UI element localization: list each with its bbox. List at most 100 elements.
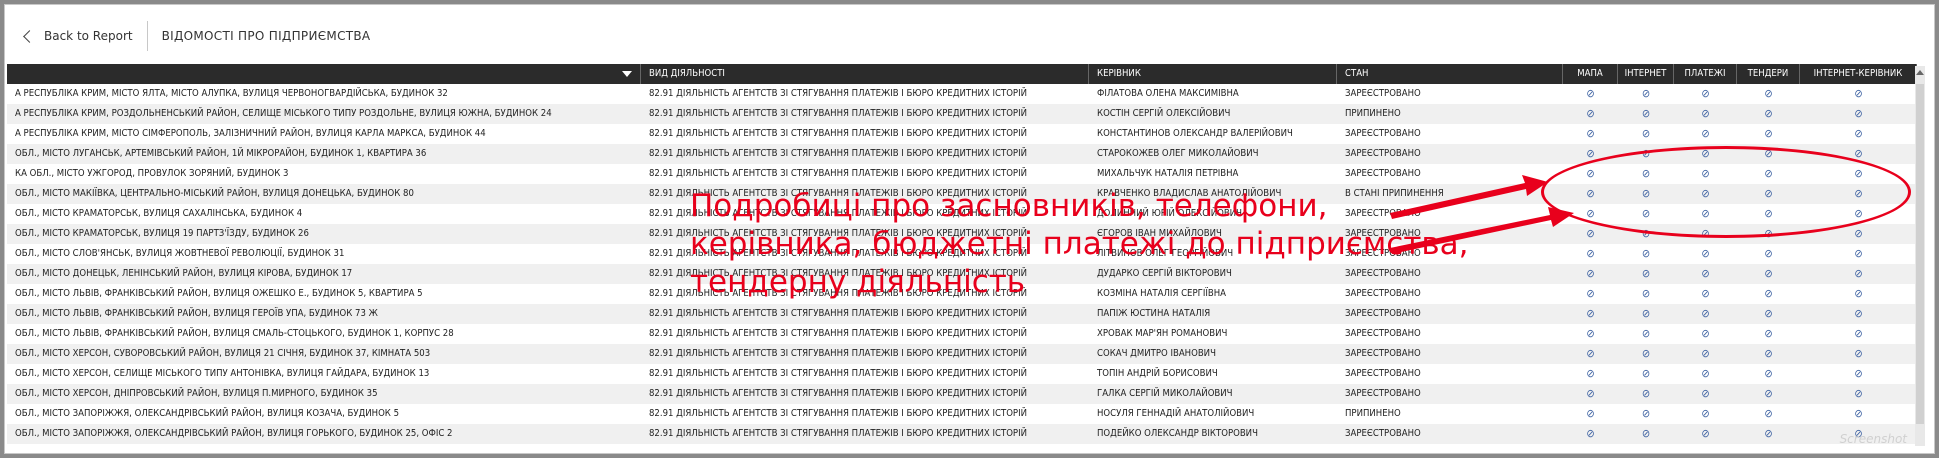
map-link-icon[interactable]: ⊘	[1563, 224, 1618, 244]
internet-link-icon[interactable]: ⊘	[1618, 424, 1674, 444]
tenders-link-icon[interactable]: ⊘	[1737, 304, 1800, 324]
internet-director-link-icon[interactable]: ⊘	[1800, 344, 1917, 364]
payments-link-icon[interactable]: ⊘	[1674, 324, 1737, 344]
map-link-icon[interactable]: ⊘	[1563, 404, 1618, 424]
tenders-link-icon[interactable]: ⊘	[1737, 204, 1800, 224]
map-link-icon[interactable]: ⊘	[1563, 164, 1618, 184]
tenders-link-icon[interactable]: ⊘	[1737, 364, 1800, 384]
table-row[interactable]: ОБЛ., МІСТО ЛЬВІВ, ФРАНКІВСЬКИЙ РАЙОН, В…	[7, 304, 1917, 324]
scrollbar-thumb[interactable]	[1916, 84, 1924, 424]
map-link-icon[interactable]: ⊘	[1563, 144, 1618, 164]
payments-link-icon[interactable]: ⊘	[1674, 384, 1737, 404]
scroll-up-icon[interactable]	[1916, 70, 1924, 75]
table-row[interactable]: ОБЛ., МІСТО ХЕРСОН, СУВОРОВСЬКИЙ РАЙОН, …	[7, 344, 1917, 364]
sort-desc-icon[interactable]	[622, 70, 632, 77]
column-header-activity[interactable]: ВИД ДІЯЛЬНОСТІ	[641, 64, 1089, 84]
table-row[interactable]: ОБЛ., МІСТО ЗАПОРІЖЖЯ, ОЛЕКСАНДРІВСЬКИЙ …	[7, 424, 1917, 444]
tenders-link-icon[interactable]: ⊘	[1737, 384, 1800, 404]
table-row[interactable]: ОБЛ., МІСТО ЛЬВІВ, ФРАНКІВСЬКИЙ РАЙОН, В…	[7, 284, 1917, 304]
map-link-icon[interactable]: ⊘	[1563, 304, 1618, 324]
internet-director-link-icon[interactable]: ⊘	[1800, 224, 1917, 244]
table-row[interactable]: ОБЛ., МІСТО ЛУГАНСЬК, АРТЕМІВСЬКИЙ РАЙОН…	[7, 144, 1917, 164]
payments-link-icon[interactable]: ⊘	[1674, 204, 1737, 224]
back-to-report-button[interactable]: Back to Report	[23, 21, 148, 51]
map-link-icon[interactable]: ⊘	[1563, 384, 1618, 404]
tenders-link-icon[interactable]: ⊘	[1737, 244, 1800, 264]
payments-link-icon[interactable]: ⊘	[1674, 144, 1737, 164]
column-header-internet-director[interactable]: ІНТЕРНЕТ-КЕРІВНИК	[1800, 64, 1917, 84]
internet-link-icon[interactable]: ⊘	[1618, 364, 1674, 384]
column-header-address[interactable]	[7, 64, 641, 84]
payments-link-icon[interactable]: ⊘	[1674, 264, 1737, 284]
map-link-icon[interactable]: ⊘	[1563, 244, 1618, 264]
internet-director-link-icon[interactable]: ⊘	[1800, 384, 1917, 404]
table-row[interactable]: ОБЛ., МІСТО ЛЬВІВ, ФРАНКІВСЬКИЙ РАЙОН, В…	[7, 324, 1917, 344]
table-row[interactable]: А РЕСПУБЛІКА КРИМ, МІСТО СІМФЕРОПОЛЬ, ЗА…	[7, 124, 1917, 144]
column-header-status[interactable]: СТАН	[1337, 64, 1563, 84]
internet-link-icon[interactable]: ⊘	[1618, 164, 1674, 184]
internet-link-icon[interactable]: ⊘	[1618, 204, 1674, 224]
internet-link-icon[interactable]: ⊘	[1618, 264, 1674, 284]
internet-director-link-icon[interactable]: ⊘	[1800, 264, 1917, 284]
payments-link-icon[interactable]: ⊘	[1674, 424, 1737, 444]
table-row[interactable]: А РЕСПУБЛІКА КРИМ, МІСТО ЯЛТА, МІСТО АЛУ…	[7, 84, 1917, 104]
column-header-director[interactable]: КЕРІВНИК	[1089, 64, 1337, 84]
internet-director-link-icon[interactable]: ⊘	[1800, 204, 1917, 224]
tenders-link-icon[interactable]: ⊘	[1737, 124, 1800, 144]
internet-director-link-icon[interactable]: ⊘	[1800, 84, 1917, 104]
map-link-icon[interactable]: ⊘	[1563, 324, 1618, 344]
internet-director-link-icon[interactable]: ⊘	[1800, 324, 1917, 344]
tenders-link-icon[interactable]: ⊘	[1737, 424, 1800, 444]
tenders-link-icon[interactable]: ⊘	[1737, 184, 1800, 204]
map-link-icon[interactable]: ⊘	[1563, 424, 1618, 444]
payments-link-icon[interactable]: ⊘	[1674, 284, 1737, 304]
table-row[interactable]: ОБЛ., МІСТО МАКІЇВКА, ЦЕНТРАЛЬНО-МІСЬКИЙ…	[7, 184, 1917, 204]
internet-link-icon[interactable]: ⊘	[1618, 244, 1674, 264]
internet-link-icon[interactable]: ⊘	[1618, 304, 1674, 324]
internet-director-link-icon[interactable]: ⊘	[1800, 364, 1917, 384]
internet-link-icon[interactable]: ⊘	[1618, 184, 1674, 204]
table-row[interactable]: ОБЛ., МІСТО КРАМАТОРСЬК, ВУЛИЦЯ 19 ПАРТЗ…	[7, 224, 1917, 244]
column-header-payments[interactable]: ПЛАТЕЖІ	[1674, 64, 1737, 84]
payments-link-icon[interactable]: ⊘	[1674, 404, 1737, 424]
column-header-tenders[interactable]: ТЕНДЕРИ	[1737, 64, 1800, 84]
map-link-icon[interactable]: ⊘	[1563, 184, 1618, 204]
payments-link-icon[interactable]: ⊘	[1674, 364, 1737, 384]
map-link-icon[interactable]: ⊘	[1563, 344, 1618, 364]
payments-link-icon[interactable]: ⊘	[1674, 104, 1737, 124]
table-row[interactable]: А РЕСПУБЛІКА КРИМ, РОЗДОЛЬНЕНСЬКИЙ РАЙОН…	[7, 104, 1917, 124]
table-row[interactable]: ОБЛ., МІСТО ДОНЕЦЬК, ЛЕНІНСЬКИЙ РАЙОН, В…	[7, 264, 1917, 284]
internet-link-icon[interactable]: ⊘	[1618, 104, 1674, 124]
tenders-link-icon[interactable]: ⊘	[1737, 224, 1800, 244]
map-link-icon[interactable]: ⊘	[1563, 104, 1618, 124]
internet-director-link-icon[interactable]: ⊘	[1800, 164, 1917, 184]
column-header-internet[interactable]: ІНТЕРНЕТ	[1618, 64, 1674, 84]
internet-director-link-icon[interactable]: ⊘	[1800, 184, 1917, 204]
internet-director-link-icon[interactable]: ⊘	[1800, 304, 1917, 324]
payments-link-icon[interactable]: ⊘	[1674, 344, 1737, 364]
payments-link-icon[interactable]: ⊘	[1674, 304, 1737, 324]
tenders-link-icon[interactable]: ⊘	[1737, 344, 1800, 364]
table-row[interactable]: ОБЛ., МІСТО КРАМАТОРСЬК, ВУЛИЦЯ САХАЛІНС…	[7, 204, 1917, 224]
internet-link-icon[interactable]: ⊘	[1618, 144, 1674, 164]
internet-director-link-icon[interactable]: ⊘	[1800, 284, 1917, 304]
internet-director-link-icon[interactable]: ⊘	[1800, 144, 1917, 164]
tenders-link-icon[interactable]: ⊘	[1737, 104, 1800, 124]
table-row[interactable]: ОБЛ., МІСТО ХЕРСОН, ДНІПРОВСЬКИЙ РАЙОН, …	[7, 384, 1917, 404]
internet-link-icon[interactable]: ⊘	[1618, 404, 1674, 424]
internet-link-icon[interactable]: ⊘	[1618, 384, 1674, 404]
tenders-link-icon[interactable]: ⊘	[1737, 324, 1800, 344]
internet-link-icon[interactable]: ⊘	[1618, 124, 1674, 144]
internet-link-icon[interactable]: ⊘	[1618, 224, 1674, 244]
payments-link-icon[interactable]: ⊘	[1674, 84, 1737, 104]
tenders-link-icon[interactable]: ⊘	[1737, 264, 1800, 284]
table-row[interactable]: ОБЛ., МІСТО ЗАПОРІЖЖЯ, ОЛЕКСАНДРІВСЬКИЙ …	[7, 404, 1917, 424]
tenders-link-icon[interactable]: ⊘	[1737, 84, 1800, 104]
payments-link-icon[interactable]: ⊘	[1674, 164, 1737, 184]
column-header-map[interactable]: МАПА	[1563, 64, 1618, 84]
internet-director-link-icon[interactable]: ⊘	[1800, 244, 1917, 264]
vertical-scrollbar[interactable]	[1915, 66, 1925, 446]
payments-link-icon[interactable]: ⊘	[1674, 224, 1737, 244]
internet-link-icon[interactable]: ⊘	[1618, 84, 1674, 104]
map-link-icon[interactable]: ⊘	[1563, 364, 1618, 384]
